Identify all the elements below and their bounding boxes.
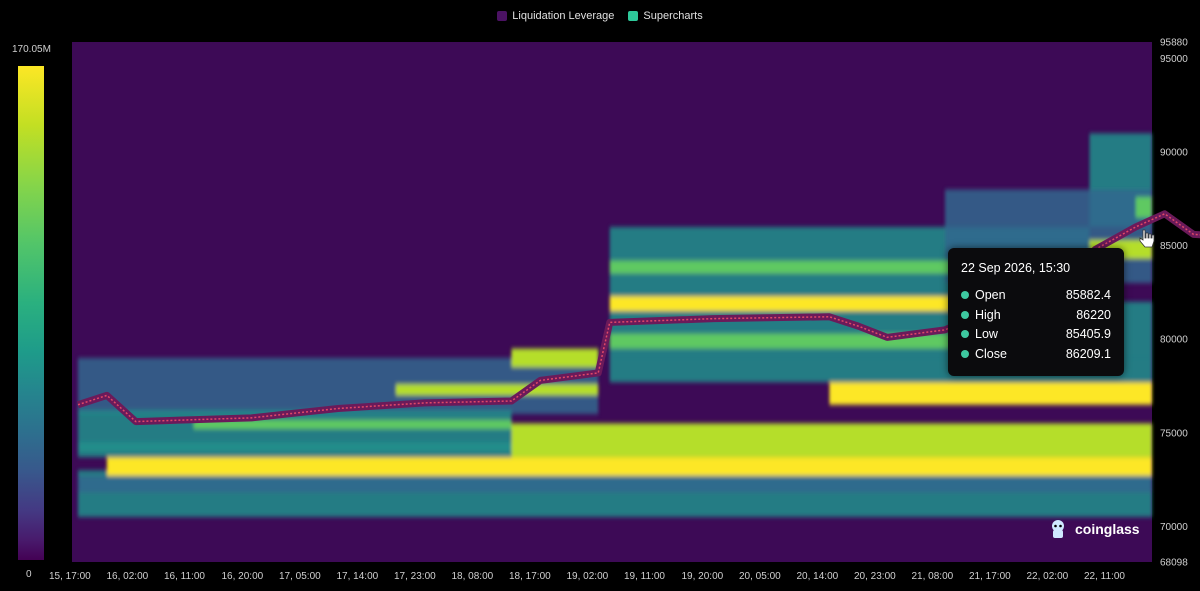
x-tick-label: 19, 11:00 [624,571,665,582]
x-tick-label: 21, 08:00 [912,571,954,582]
y-tick-label: 68098 [1160,558,1188,569]
tooltip-label: High [975,307,1001,322]
y-tick-label: 70000 [1160,522,1188,533]
y-tick-label: 95880 [1160,38,1188,49]
y-tick-label: 95000 [1160,54,1188,65]
tooltip-dot-icon [961,310,969,319]
tooltip-row-low: Low 85405.9 [961,327,1111,341]
tooltip-dot-icon [961,291,969,299]
x-tick-label: 15, 17:00 [49,571,91,582]
x-tick-label: 21, 17:00 [969,571,1011,582]
coinglass-logo: coinglass [1047,518,1140,540]
liquidation-band [511,423,1152,458]
liquidation-band [829,382,1152,405]
y-axis: 95880 95000 90000 85000 80000 75000 70000 68098 [1160,38,1188,569]
tooltip-label: Open [975,288,1006,302]
heat-region [78,442,512,458]
x-tick-label: 16, 11:00 [164,571,205,582]
x-tick-label: 16, 20:00 [222,571,264,582]
tooltip-row-close: Close 86209.1 [961,347,1111,361]
x-tick-label: 17, 14:00 [337,571,379,582]
x-tick-label: 19, 20:00 [682,571,724,582]
x-tick-label: 19, 02:00 [567,571,609,582]
liquidation-band [511,348,599,368]
x-axis: 15, 17:00 16, 02:00 16, 11:00 16, 20:00 17, … [49,571,1125,582]
coinglass-logo-text: coinglass [1075,521,1140,537]
liquidation-band [609,333,1003,349]
tooltip-label: Close [975,346,1007,361]
x-tick-label: 16, 02:00 [107,571,149,582]
liquidation-band [106,457,1152,476]
x-tick-label: 20, 14:00 [797,571,839,582]
x-tick-label: 20, 23:00 [854,571,896,582]
y-tick-label: 80000 [1160,335,1188,346]
x-tick-label: 22, 02:00 [1027,571,1069,582]
price-tooltip: 22 Sep 2026, 15:30 Open 85882.4 High 86220 L… [948,248,1124,376]
x-tick-label: 22, 11:00 [1084,571,1125,582]
heat-region [78,475,1152,493]
y-tick-label: 85000 [1160,241,1188,252]
tooltip-row-high: High 86220 [961,308,1111,322]
tooltip-dot-icon [961,349,969,358]
tooltip-value: 86209.1 [1065,346,1111,361]
x-tick-label: 18, 17:00 [509,571,551,582]
tooltip-value: 86220 [1076,307,1111,322]
tooltip-value: 85882.4 [1065,288,1111,302]
x-tick-label: 18, 08:00 [452,571,494,582]
tooltip-row-open: Open 85882.4 [961,288,1111,302]
x-tick-label: 17, 23:00 [394,571,436,582]
liquidation-band [1135,196,1152,218]
liquidation-band [395,384,599,396]
y-tick-label: 75000 [1160,428,1188,439]
coinglass-icon [1052,520,1064,538]
y-tick-label: 90000 [1160,148,1188,159]
tooltip-dot-icon [961,330,969,338]
tooltip-value: 85405.9 [1065,327,1111,341]
x-tick-label: 20, 05:00 [739,571,781,582]
tooltip-label: Low [975,327,998,341]
tooltip-date: 22 Sep 2026, 15:30 [961,261,1071,275]
x-tick-label: 17, 05:00 [279,571,321,582]
